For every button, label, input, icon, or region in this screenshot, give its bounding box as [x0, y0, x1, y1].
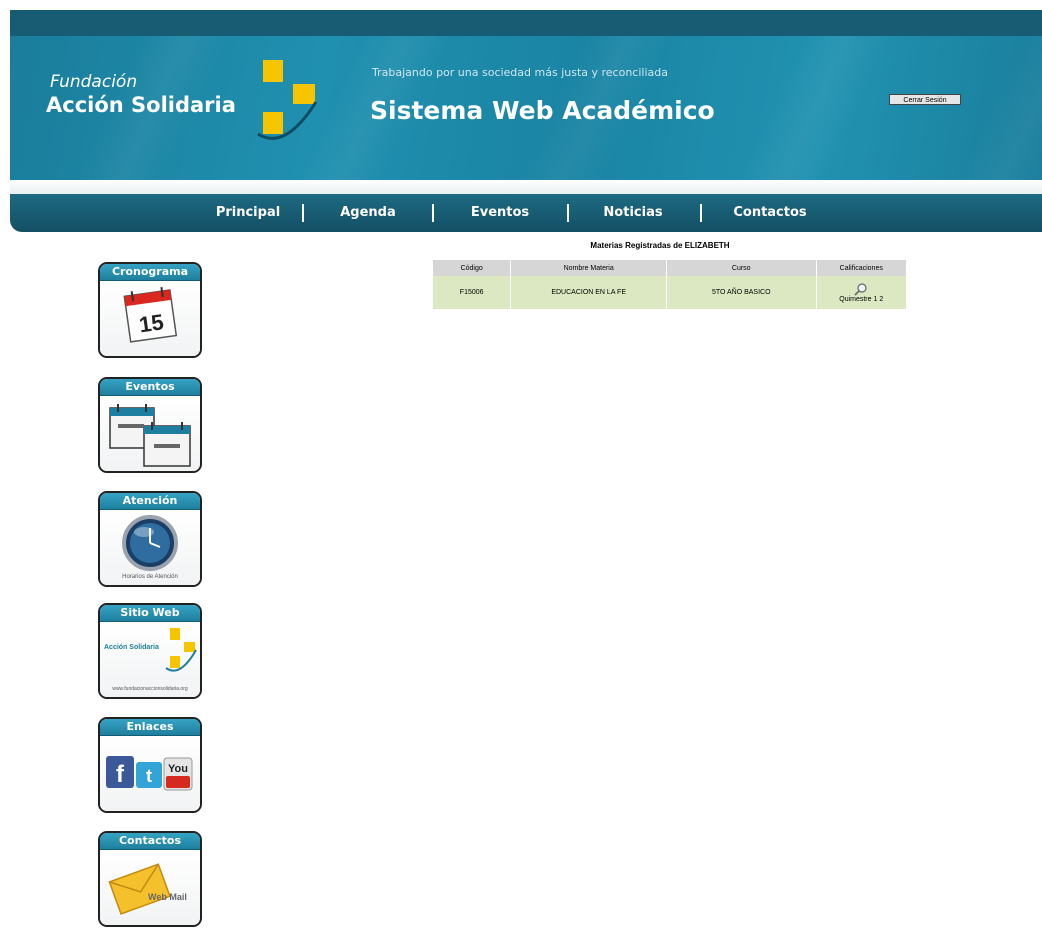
main-nav: Principal Agenda Eventos Noticias Contac…: [10, 194, 1042, 232]
nav-item-agenda[interactable]: Agenda: [340, 194, 396, 232]
table-header-row: Código Nombre Materia Curso Calificacion…: [433, 260, 908, 276]
quimestre-label: Quimestre: [839, 296, 872, 303]
column-header-calificaciones: Calificaciones: [816, 260, 908, 276]
quimestre-2-link[interactable]: 2: [879, 296, 883, 303]
column-header-materia: Nombre Materia: [510, 260, 667, 276]
website-url: www.fundacionaccionsolidaria.org: [112, 686, 188, 692]
subjects-title: Materias Registradas de ELIZABETH: [590, 241, 730, 250]
column-header-codigo: Código: [433, 260, 512, 276]
widget-atencion[interactable]: Atención Horarios de Atención: [98, 491, 202, 587]
widget-enlaces[interactable]: Enlaces f t You: [98, 717, 202, 813]
nav-gap: [10, 180, 1042, 194]
calendar-day: 15: [137, 309, 165, 337]
widget-title: Sitio Web: [100, 605, 200, 622]
nav-separator: [302, 204, 304, 222]
logout-button[interactable]: Cerrar Sesión: [889, 94, 961, 105]
nav-item-principal[interactable]: Principal: [216, 194, 280, 232]
org-name-line2: Acción Solidaria: [46, 93, 236, 117]
svg-text:t: t: [146, 766, 152, 786]
quimestre-links: Quimestre 1 2: [817, 296, 906, 303]
widget-title: Eventos: [100, 379, 200, 396]
event-calendars-icon: [109, 404, 191, 467]
nav-item-eventos[interactable]: Eventos: [471, 194, 529, 232]
widget-title: Contactos: [100, 833, 200, 850]
subjects-table: Código Nombre Materia Curso Calificacion…: [433, 260, 908, 309]
widget-title: Cronograma: [100, 264, 200, 281]
foundation-logo-icon: [257, 60, 318, 140]
cell-materia: EDUCACION EN LA FE: [510, 276, 667, 309]
youtube-text: You: [168, 763, 188, 775]
svg-text:f: f: [116, 761, 125, 788]
widget-body: Web Mail: [100, 850, 200, 925]
widget-sitio-web[interactable]: Sitio Web Acción Solidaria www.fundacion…: [98, 603, 202, 699]
webmail-icon: [108, 863, 171, 915]
table-row: F15006 EDUCACION EN LA FE 5TO AÑO BASICO…: [433, 276, 908, 309]
widget-cronograma[interactable]: Cronograma 15: [98, 262, 202, 358]
social-links-icon: f t You: [106, 756, 193, 791]
magnifier-icon[interactable]: [854, 282, 868, 296]
cell-curso: 5TO AÑO BASICO: [666, 276, 817, 309]
widget-title: Atención: [100, 493, 200, 510]
widget-body: Acción Solidaria www.fundacionaccionsoli…: [100, 622, 200, 697]
cell-calificaciones: Quimestre 1 2: [816, 276, 908, 309]
webmail-text: Web Mail: [148, 892, 187, 902]
nav-separator: [567, 204, 569, 222]
header-banner: Fundación Acción Solidaria Trabajando po…: [10, 36, 1042, 180]
website-logo-text: Acción Solidaria: [104, 644, 159, 651]
nav-separator: [432, 204, 434, 222]
top-strip: [10, 10, 1042, 36]
tagline: Trabajando por una sociedad más justa y …: [372, 66, 668, 79]
widget-contactos[interactable]: Contactos Web Mail: [98, 831, 202, 927]
atencion-caption: Horarios de Atención: [122, 574, 178, 580]
column-header-curso: Curso: [666, 260, 817, 276]
widget-title: Enlaces: [100, 719, 200, 736]
nav-item-noticias[interactable]: Noticias: [603, 194, 662, 232]
cell-codigo: F15006: [433, 276, 512, 309]
nav-item-contactos[interactable]: Contactos: [733, 194, 806, 232]
widget-body: Horarios de Atención: [100, 510, 200, 585]
quimestre-1-link[interactable]: 1: [874, 296, 878, 303]
nav-separator: [700, 204, 702, 222]
widget-body: f t You: [100, 736, 200, 811]
calendar-icon: 15: [123, 286, 178, 343]
org-name-line1: Fundación: [50, 72, 138, 92]
widget-body: 15: [100, 281, 200, 356]
system-title: Sistema Web Académico: [370, 96, 715, 125]
widget-eventos[interactable]: Eventos: [98, 377, 202, 473]
widget-body: [100, 396, 200, 471]
